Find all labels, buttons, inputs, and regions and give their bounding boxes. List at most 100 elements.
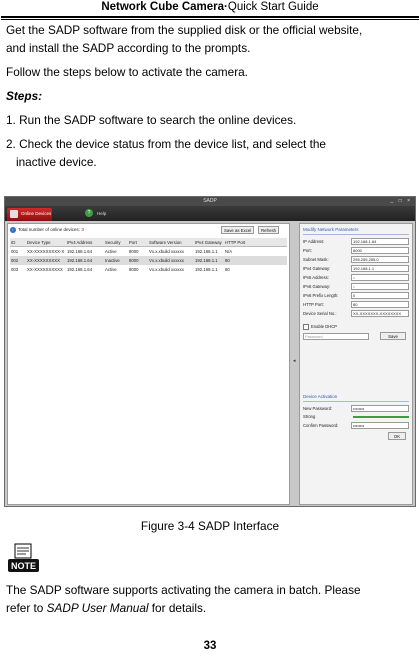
device-count-status: i Total number of online devices: 3 bbox=[10, 227, 84, 233]
ok-button[interactable]: OK bbox=[388, 432, 406, 440]
ipv4-gateway-input[interactable]: 192.168.1.1 bbox=[351, 265, 409, 272]
manual-title: SADP User Manual bbox=[46, 601, 149, 615]
cell-port: 8000 bbox=[128, 256, 148, 265]
note-line-2: refer to SADP User Manual for details. bbox=[6, 601, 207, 615]
field-label: IPv6 Prefix Length: bbox=[303, 293, 339, 298]
checkbox-icon bbox=[303, 324, 309, 330]
admin-password-input[interactable]: Password bbox=[303, 333, 369, 340]
field-device-serial: Device Serial No.: XX-XXXXXXX-XXXXXXXX bbox=[303, 310, 411, 318]
save-button[interactable]: Save bbox=[380, 332, 406, 340]
enable-dhcp-checkbox[interactable]: Enable DHCP bbox=[303, 324, 337, 330]
window-controls[interactable]: _ □ × bbox=[391, 198, 413, 205]
pane-splitter[interactable]: ◂ bbox=[292, 223, 298, 505]
enable-dhcp-label: Enable DHCP bbox=[311, 324, 338, 330]
tab-online-devices-label: Online Devices bbox=[21, 211, 52, 216]
cell-http-port: N/A bbox=[225, 249, 233, 254]
collapse-arrow-icon[interactable]: ◂ bbox=[293, 358, 296, 364]
column-header[interactable]: IPv4 Gateway bbox=[194, 238, 224, 247]
step-1: 1. Run the SADP software to search the o… bbox=[6, 113, 297, 127]
header-rule-thin bbox=[1, 19, 419, 20]
modify-network-title: Modify Network Parameters bbox=[303, 227, 359, 232]
column-header[interactable]: IPv4 Address bbox=[66, 238, 104, 247]
figure-caption: Figure 3-4 SADP Interface bbox=[140, 519, 280, 533]
refresh-button[interactable]: Refresh bbox=[258, 226, 280, 234]
column-header[interactable]: Device Type bbox=[26, 238, 66, 247]
sadp-title-bar: SADP _ □ × bbox=[5, 197, 415, 206]
device-list-pane: i Total number of online devices: 3 Save … bbox=[7, 223, 290, 505]
ip-address-input[interactable]: 192.168.1.64 bbox=[351, 238, 409, 245]
cell-ipv4: 192.168.1.64 bbox=[66, 256, 104, 265]
cell-security: Active bbox=[105, 267, 117, 272]
password-strength: Strong bbox=[303, 413, 411, 421]
cell-port: 8000 bbox=[129, 267, 139, 272]
field-ipv6-address: IPv6 Address: :: bbox=[303, 274, 411, 282]
save-as-excel-button[interactable]: Save as Excel bbox=[221, 226, 255, 234]
table-row[interactable]: 003 XX-XXXXXXXXXX 192.168.1.64 Active 80… bbox=[10, 265, 287, 274]
column-header[interactable]: Port bbox=[128, 238, 148, 247]
field-label: HTTP Port: bbox=[303, 302, 324, 307]
header-title: Network Cube Camera·Quick Start Guide bbox=[101, 1, 319, 13]
cell-port: 8000 bbox=[129, 249, 139, 254]
ipv6-address-input[interactable]: :: bbox=[351, 274, 409, 281]
cell-security: Inactive bbox=[104, 256, 128, 265]
cell-software-version: Vx.x.xbuild xxxxxx bbox=[149, 249, 184, 254]
field-new-password: New Password: •••••••• bbox=[303, 405, 411, 413]
http-port-input[interactable]: 80 bbox=[351, 301, 409, 308]
field-ipv6-prefix-length: IPv6 Prefix Length: 0 bbox=[303, 292, 411, 300]
subnet-mask-input[interactable]: 255.255.255.0 bbox=[351, 256, 409, 263]
ipv6-gateway-input[interactable]: :: bbox=[351, 283, 409, 290]
field-subnet-mask: Subnet Mask: 255.255.255.0 bbox=[303, 256, 411, 264]
network-parameters-pane: Modify Network Parameters IP Address: 19… bbox=[299, 223, 413, 505]
field-ipv4-gateway: IPv4 Gateway: 192.168.1.1 bbox=[303, 265, 411, 273]
step-2: 2. Check the device status from the devi… bbox=[6, 137, 326, 151]
note-icon: NOTE bbox=[6, 543, 41, 575]
port-input[interactable]: 8000 bbox=[351, 247, 409, 254]
cell-software-version: Vx.x.xbuild xxxxxx bbox=[148, 256, 194, 265]
column-header[interactable]: Software Version bbox=[148, 238, 194, 247]
tab-online-devices[interactable]: Online Devices bbox=[7, 208, 52, 221]
device-activation-title: Device Activation bbox=[303, 394, 338, 399]
new-password-input[interactable]: •••••••• bbox=[351, 405, 409, 412]
confirm-password-input[interactable]: •••••••• bbox=[351, 422, 409, 429]
column-header[interactable]: Security bbox=[104, 238, 128, 247]
intro-line-3: Follow the steps below to activate the c… bbox=[6, 65, 248, 79]
cell-software-version: Vx.x.xbuild xxxxxx bbox=[149, 267, 184, 272]
ipv6-prefix-input[interactable]: 0 bbox=[351, 292, 409, 299]
column-header[interactable]: ID bbox=[10, 238, 26, 247]
field-confirm-password: Confirm Password: •••••••• bbox=[303, 422, 411, 430]
cell-device-type: XX-XXXXXXXXXX bbox=[27, 267, 63, 272]
cell-security: Active bbox=[105, 249, 117, 254]
field-label: IPv6 Gateway: bbox=[303, 284, 331, 289]
cell-gateway: 192.168.1.1 bbox=[194, 256, 224, 265]
cell-id: 003 bbox=[11, 267, 19, 272]
device-serial-input[interactable]: XX-XXXXXXX-XXXXXXXX bbox=[351, 310, 409, 317]
table-header-row: ID Device Type IPv4 Address Security Por… bbox=[10, 238, 287, 247]
field-ipv6-gateway: IPv6 Gateway: :: bbox=[303, 283, 411, 291]
devices-icon bbox=[10, 210, 18, 218]
field-label: Port: bbox=[303, 248, 312, 253]
page-header: Network Cube Camera·Quick Start Guide bbox=[0, 0, 420, 16]
column-header[interactable]: HTTP Port bbox=[224, 238, 287, 247]
header-rule bbox=[1, 16, 419, 18]
device-count: 3 bbox=[81, 227, 84, 233]
sadp-window: SADP _ □ × Online Devices ? Help i Total … bbox=[4, 196, 416, 507]
cell-gateway: 192.168.1.1 bbox=[195, 267, 218, 272]
sadp-toolbar: Online Devices ? Help bbox=[5, 206, 415, 221]
device-table: ID Device Type IPv4 Address Security Por… bbox=[10, 238, 287, 274]
cell-id: 002 bbox=[10, 256, 26, 265]
field-label: IPv6 Address: bbox=[303, 275, 329, 280]
strength-label: Strong bbox=[303, 414, 316, 419]
field-label: IPv4 Gateway: bbox=[303, 266, 331, 271]
intro-line-1: Get the SADP software from the supplied … bbox=[6, 23, 363, 37]
intro-line-2: and install the SADP according to the pr… bbox=[6, 41, 251, 55]
cell-gateway: 192.168.1.1 bbox=[195, 249, 218, 254]
field-label: Device Serial No.: bbox=[303, 311, 337, 316]
help-icon: ? bbox=[85, 209, 93, 217]
cell-device-type: XX-XXXXXXXXX bbox=[26, 256, 66, 265]
cell-id: 001 bbox=[11, 249, 19, 254]
cell-http-port: 80 bbox=[224, 256, 287, 265]
table-row-selected[interactable]: 002 XX-XXXXXXXXX 192.168.1.64 Inactive 8… bbox=[10, 256, 287, 265]
field-label: IP Address: bbox=[303, 239, 325, 244]
steps-label: Steps: bbox=[6, 89, 43, 103]
table-row[interactable]: 001 XX-XXXXXXXXX-X 192.168.1.64 Active 8… bbox=[10, 247, 287, 257]
